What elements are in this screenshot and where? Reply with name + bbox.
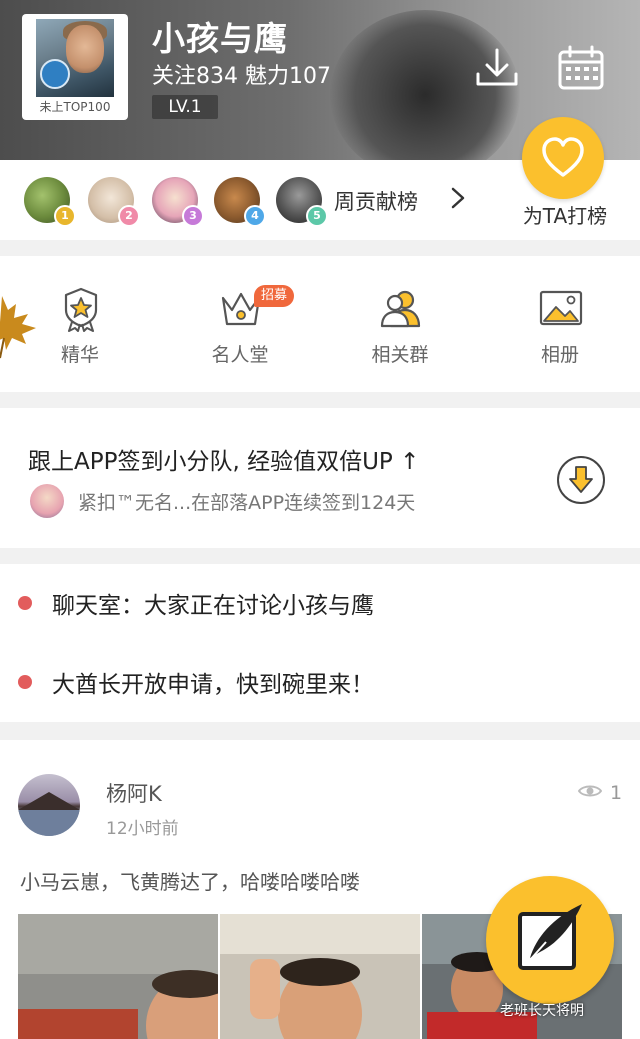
ribbon-star-icon bbox=[64, 287, 98, 332]
post-text: 小马云崽，飞黄腾达了，哈喽哈喽哈喽 bbox=[20, 870, 360, 894]
watermark: 老班长天将明 bbox=[500, 1003, 584, 1019]
menu-label-related-groups: 相关群 bbox=[371, 344, 429, 366]
menu-label-hall-of-fame: 名人堂 bbox=[211, 344, 269, 366]
heart-icon bbox=[542, 137, 584, 177]
author-name[interactable]: 杨阿K bbox=[106, 778, 162, 808]
checkin-user-avatar bbox=[30, 484, 64, 518]
menu-item-hall-of-fame[interactable]: 名人堂 bbox=[160, 256, 320, 392]
notice-item[interactable]: 大酋长开放申请，快到碗里来！ bbox=[0, 661, 640, 701]
group-avatar-card[interactable]: 未上TOP100 bbox=[22, 14, 128, 120]
post-time: 12小时前 bbox=[106, 819, 179, 839]
hiring-badge: 招募 bbox=[254, 285, 295, 307]
boost-button[interactable] bbox=[522, 117, 604, 199]
photo-album-icon bbox=[539, 290, 583, 326]
fan-avatar-1[interactable]: 1 bbox=[24, 177, 76, 227]
group-title: 小孩与鹰 bbox=[152, 19, 288, 58]
level-badge: LV.1 bbox=[152, 95, 218, 119]
fan-avatar-3[interactable]: 3 bbox=[152, 177, 204, 227]
fan-avatar-4[interactable]: 4 bbox=[214, 177, 266, 227]
group-avatar bbox=[36, 19, 114, 97]
menu-item-album[interactable]: 相册 bbox=[480, 256, 640, 392]
menu-label-album: 相册 bbox=[540, 344, 579, 366]
notice-dot-icon bbox=[18, 675, 32, 689]
maple-leaf-icon bbox=[0, 296, 36, 359]
notice-text: 聊天室：大家正在讨论小孩与鹰 bbox=[52, 593, 374, 619]
notice-text: 大酋长开放申请，快到碗里来！ bbox=[52, 672, 374, 698]
fan-avatar-5[interactable]: 5 bbox=[276, 177, 328, 227]
group-stats: 关注834 魅力107 bbox=[152, 64, 331, 89]
boost-label[interactable]: 为TA打榜 bbox=[510, 200, 620, 229]
eye-icon bbox=[578, 785, 602, 797]
group-icon bbox=[380, 290, 421, 328]
top100-caption: 未上TOP100 bbox=[39, 100, 111, 114]
compose-post-button[interactable] bbox=[486, 876, 614, 1004]
feature-menu: 精华 名人堂 相关群 相册 bbox=[0, 256, 640, 392]
notice-dot-icon bbox=[18, 596, 32, 610]
fan-avatar-2[interactable]: 2 bbox=[88, 177, 140, 227]
view-count: 1 bbox=[610, 782, 623, 804]
quill-pen-icon bbox=[518, 904, 582, 970]
checkin-subtitle: 紧扣™无名...在部落APP连续签到124天 bbox=[78, 492, 416, 514]
post-photo-1[interactable] bbox=[18, 914, 218, 1039]
download-icon[interactable] bbox=[472, 44, 522, 94]
notice-list: 聊天室：大家正在讨论小孩与鹰 大酋长开放申请，快到碗里来！ bbox=[0, 564, 640, 722]
download-arrow-circle-icon[interactable] bbox=[555, 454, 607, 506]
checkin-title: 跟上APP签到小分队, 经验值双倍UP ↑ bbox=[28, 449, 420, 475]
menu-item-related-groups[interactable]: 相关群 bbox=[320, 256, 480, 392]
post-photo-2[interactable] bbox=[220, 914, 420, 1039]
notice-item[interactable]: 聊天室：大家正在讨论小孩与鹰 bbox=[0, 582, 640, 622]
checkin-banner[interactable]: 跟上APP签到小分队, 经验值双倍UP ↑ 紧扣™无名...在部落APP连续签到… bbox=[0, 408, 640, 548]
weekly-rank-label[interactable]: 周贡献榜 bbox=[334, 186, 418, 216]
calendar-icon[interactable] bbox=[556, 44, 606, 94]
chevron-right-icon[interactable] bbox=[446, 184, 470, 212]
author-avatar[interactable] bbox=[18, 774, 80, 836]
